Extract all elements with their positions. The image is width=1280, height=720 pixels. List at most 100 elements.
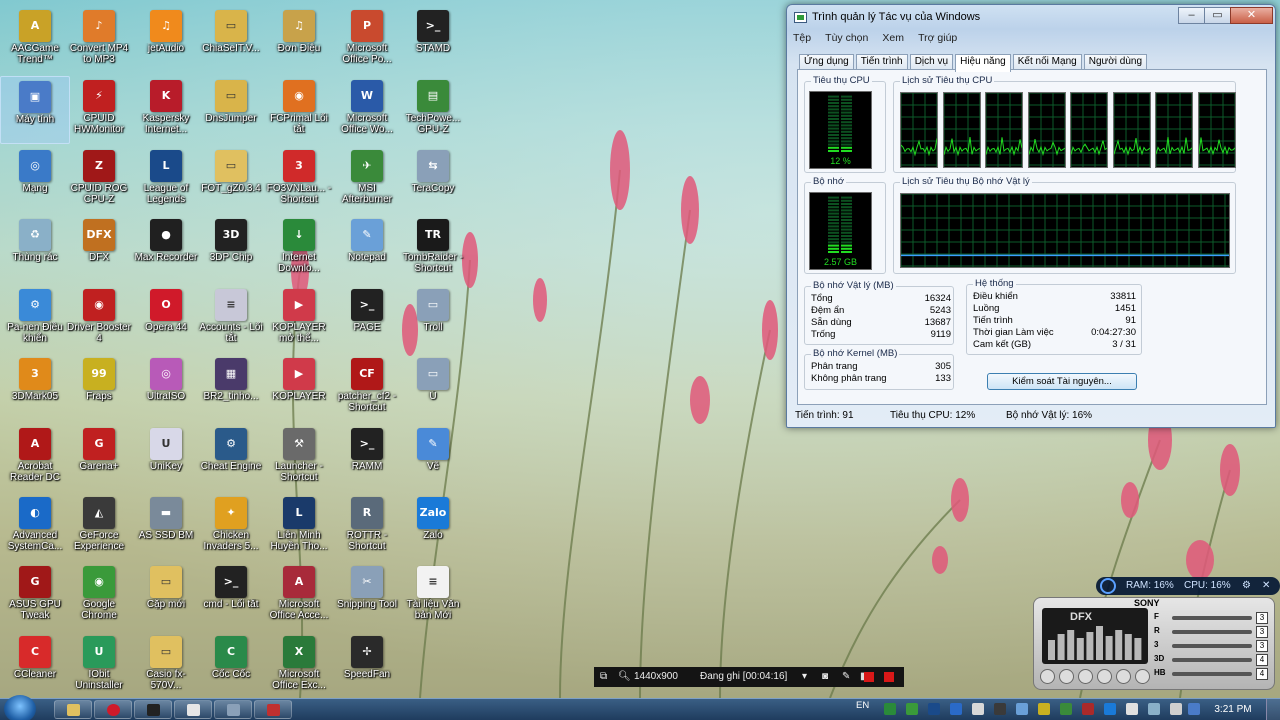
tray-icon[interactable]	[972, 703, 984, 715]
desktop-icon[interactable]: R ROTTR - Shortcut	[332, 493, 402, 561]
taskbar-app[interactable]	[254, 700, 292, 719]
desktop-icon[interactable]: X Microsoft Office Exc...	[264, 632, 334, 700]
desktop-icon[interactable]: ▭ FOT_gZ0.3.4	[196, 146, 266, 214]
dfx-slider[interactable]	[1172, 672, 1252, 676]
desktop-icon[interactable]: ▶ KOPLAYER	[264, 354, 334, 422]
camera-icon[interactable]: ◙	[822, 667, 828, 687]
volume-icon[interactable]	[1170, 703, 1182, 715]
settings-icon[interactable]: ⚙	[1242, 577, 1251, 595]
desktop-icon[interactable]: ♪ Convert MP4 to MP3	[64, 6, 134, 74]
dfx-close-button[interactable]	[1135, 669, 1150, 684]
tab-performance[interactable]: Hiệu năng	[955, 54, 1011, 72]
desktop-icon[interactable]: ◉ Driver Booster 4	[64, 285, 134, 353]
taskbar-window[interactable]	[214, 700, 252, 719]
desktop-icon[interactable]: ▶ KOPLAYER mở thể...	[264, 285, 334, 353]
desktop-icon[interactable]: DFX DFX	[64, 215, 134, 283]
desktop-icon[interactable]: ◎ Mạng	[0, 146, 70, 214]
desktop-icon[interactable]: ✎ Vẽ	[398, 424, 468, 492]
tray-icon[interactable]	[1060, 703, 1072, 715]
desktop-icon[interactable]: K Kaspersky Internet...	[131, 76, 201, 144]
maximize-button[interactable]: ▭	[1204, 7, 1231, 24]
desktop-icon[interactable]: ◉ FCPrimal Lối tắt	[264, 76, 334, 144]
pen-icon[interactable]: ✎	[842, 667, 850, 687]
action-center-icon[interactable]	[1188, 703, 1200, 715]
tab-users[interactable]: Người dùng	[1083, 54, 1148, 70]
tab-applications[interactable]: Ứng dụng	[799, 54, 854, 70]
menu-options[interactable]: Tùy chọn	[825, 32, 868, 44]
pause-icon[interactable]	[864, 672, 874, 682]
desktop-icon[interactable]: 99 Fraps	[64, 354, 134, 422]
tray-icon[interactable]	[994, 703, 1006, 715]
tray-icon[interactable]	[906, 703, 918, 715]
show-desktop-button[interactable]	[1266, 699, 1280, 720]
desktop-icon[interactable]: L Liên Minh Huyền Tho...	[264, 493, 334, 561]
desktop-icon[interactable]: A Acrobat Reader DC	[0, 424, 70, 492]
dfx-preset-button[interactable]	[1116, 669, 1131, 684]
desktop-icon[interactable]: A Microsoft Office Acce...	[264, 562, 334, 630]
desktop-icon[interactable]: ≡ Accounts - Lối tắt	[196, 285, 266, 353]
desktop-icon[interactable]: ✂ Snipping Tool	[332, 562, 402, 630]
language-indicator[interactable]: EN	[856, 699, 869, 713]
tray-icon[interactable]	[1016, 703, 1028, 715]
desktop-icon[interactable]: ♻ Thùng rác	[0, 215, 70, 283]
desktop-icon[interactable]: O Opera 44	[131, 285, 201, 353]
title-bar[interactable]: Trình quản lý Tác vụ của Windows – ▭ ✕	[787, 5, 1275, 29]
dfx-slider[interactable]	[1172, 658, 1252, 662]
desktop-icon[interactable]: 3 FO3VNLau... - Shortcut	[264, 146, 334, 214]
tab-networking[interactable]: Kết nối Mạng	[1012, 54, 1082, 70]
desktop-icon[interactable]: ▭ Cặp mới	[131, 562, 201, 630]
desktop-icon[interactable]: ↓ Internet Downlo...	[264, 215, 334, 283]
menu-file[interactable]: Tệp	[793, 32, 811, 44]
desktop-icon[interactable]: ▤ TechPowe... GPU-Z	[398, 76, 468, 144]
desktop-icon[interactable]: ⚡ CPUID HWMonitor	[64, 76, 134, 144]
desktop-icon[interactable]: U UniKey	[131, 424, 201, 492]
menu-help[interactable]: Trợ giúp	[918, 32, 957, 44]
desktop-icon[interactable]: ▭ Troll	[398, 285, 468, 353]
desktop-icon[interactable]: C Cốc Cốc	[196, 632, 266, 700]
desktop-icon[interactable]: >_ RAMM	[332, 424, 402, 492]
dfx-power-button[interactable]	[1040, 669, 1055, 684]
desktop-icon[interactable]: ▭ DnsJumper	[196, 76, 266, 144]
tray-icon[interactable]	[884, 703, 896, 715]
task-manager-window[interactable]: Trình quản lý Tác vụ của Windows – ▭ ✕ T…	[786, 4, 1276, 428]
taskbar-opera[interactable]	[94, 700, 132, 719]
desktop-icon[interactable]: ⇆ TeraCopy	[398, 146, 468, 214]
desktop-icon[interactable]: ✢ SpeedFan	[332, 632, 402, 700]
desktop-icon[interactable]: ✦ Chicken Invaders 5...	[196, 493, 266, 561]
taskbar-recorder[interactable]	[134, 700, 172, 719]
desktop-icon[interactable]: L League of Legends	[131, 146, 201, 214]
desktop-icon[interactable]: ◉ Google Chrome	[64, 562, 134, 630]
desktop-icon[interactable]: W Microsoft Office Wo...	[332, 76, 402, 144]
minimize-button[interactable]: –	[1178, 7, 1205, 24]
tray-icon[interactable]	[928, 703, 940, 715]
desktop-icon[interactable]: >_ STAMD	[398, 6, 468, 74]
tray-icon[interactable]	[1038, 703, 1050, 715]
desktop-icon[interactable]: A AACGame Trend™	[0, 6, 70, 74]
desktop-icon[interactable]: ≡ Tài liệu Văn bản Mới	[398, 562, 468, 630]
dfx-preset-button[interactable]	[1097, 669, 1112, 684]
desktop-icon[interactable]: ▭ ChiaSeIT.V...	[196, 6, 266, 74]
desktop-icon[interactable]: Z CPUID ROG CPU-Z	[64, 146, 134, 214]
dfx-preset-button[interactable]	[1078, 669, 1093, 684]
desktop-icon[interactable]: C CCleaner	[0, 632, 70, 700]
desktop-icon[interactable]: ● Max Recorder	[131, 215, 201, 283]
dfx-slider[interactable]	[1172, 630, 1252, 634]
desktop-icon[interactable]: ♫ jetAudio	[131, 6, 201, 74]
dfx-slider[interactable]	[1172, 616, 1252, 620]
start-button[interactable]	[4, 695, 36, 720]
desktop-icon[interactable]: 3 3DMark05	[0, 354, 70, 422]
desktop-icon[interactable]: U IObit Uninstaller	[64, 632, 134, 700]
desktop-icon[interactable]: ▭ Ú	[398, 354, 468, 422]
menu-view[interactable]: Xem	[882, 32, 904, 44]
desktop-icon[interactable]: ⚒ Launcher - Shortcut	[264, 424, 334, 492]
taskbar-explorer[interactable]	[54, 700, 92, 719]
desktop-icon[interactable]: ◭ GeForce Experience	[64, 493, 134, 561]
tab-services[interactable]: Dịch vụ	[909, 54, 954, 70]
close-icon[interactable]: ✕	[1262, 577, 1270, 595]
dfx-slider[interactable]	[1172, 644, 1252, 648]
dfx-preset-button[interactable]	[1059, 669, 1074, 684]
desktop-icon[interactable]: TR TombRaider - Shortcut	[398, 215, 468, 283]
desktop-icon[interactable]: P Microsoft Office Po...	[332, 6, 402, 74]
desktop-icon[interactable]: CF patcher_cf2 - Shortcut	[332, 354, 402, 422]
zoom-icon[interactable]: 🔍︎	[618, 667, 631, 687]
